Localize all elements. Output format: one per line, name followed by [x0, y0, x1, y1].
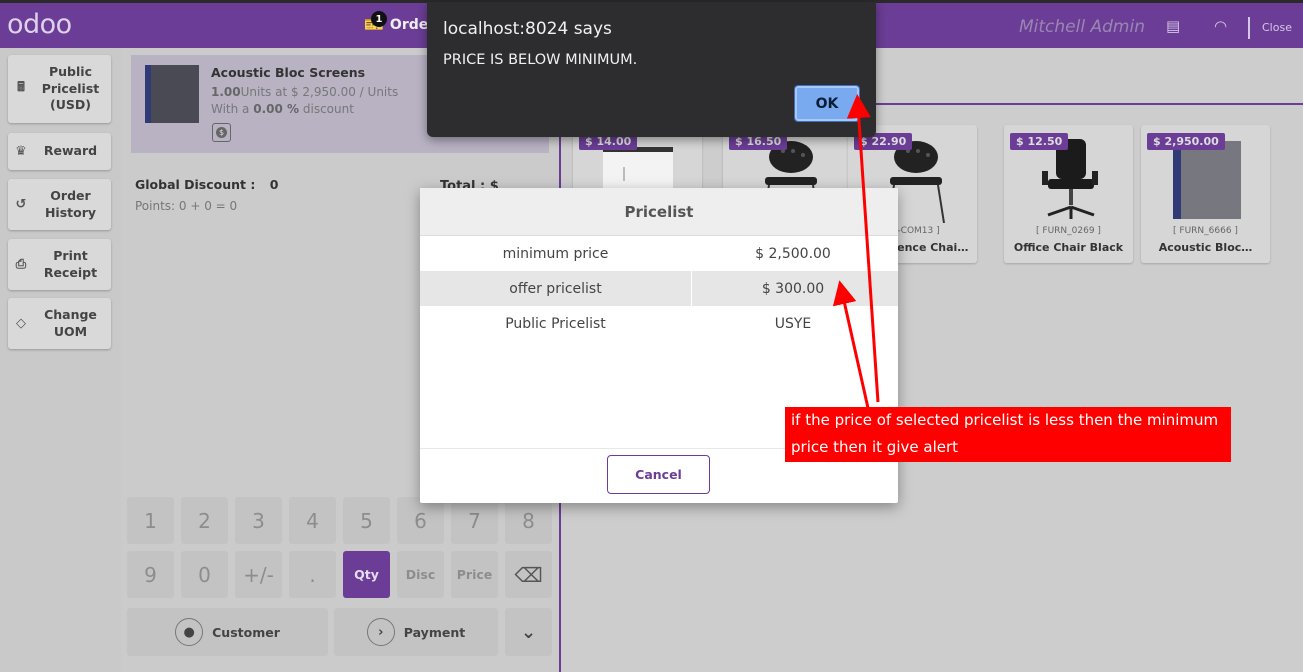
wifi-icon: ◠ — [1214, 17, 1228, 35]
cash-register-icon[interactable]: ▤ — [1166, 17, 1180, 35]
more-actions-button[interactable]: ⌄ — [505, 608, 552, 656]
user-icon: ● — [175, 618, 204, 646]
global-discount: Global Discount : 0 — [135, 177, 278, 192]
pricelist-name: minimum price — [420, 236, 692, 271]
alert-title: localhost:8024 says — [443, 19, 612, 39]
tag-icon: ◇ — [16, 316, 26, 331]
global-discount-label: Global Discount : — [135, 177, 256, 192]
cashier-name[interactable]: Mitchell Admin — [1019, 17, 1145, 37]
pricelist-row[interactable]: minimum price $ 2,500.00 — [420, 236, 898, 271]
product-reference: [ FURN_6666 ] — [1173, 226, 1238, 236]
pricelist-row[interactable]: offer pricelist $ 300.00 — [420, 271, 898, 306]
product-thumbnail — [145, 65, 199, 123]
numpad-mode-qty[interactable]: Qty — [343, 551, 390, 598]
alert-ok-button[interactable]: OK — [794, 85, 860, 122]
close-button[interactable]: Close — [1262, 21, 1292, 34]
discount-prefix: With a — [211, 102, 254, 116]
product-price: $ 2,950.00 — [1147, 133, 1225, 150]
discount-suffix: discount — [299, 102, 354, 116]
order-line-discount: With a 0.00 % discount — [211, 102, 354, 116]
product-card[interactable]: $ 12.50 [ FURN_0269 ] Office Chair Black — [1004, 125, 1133, 263]
numpad-mode-price[interactable]: Price — [451, 551, 498, 598]
numpad-key-7[interactable]: 7 — [451, 497, 498, 544]
order-line-product-name: Acoustic Bloc Screens — [211, 65, 366, 80]
numpad-key-6[interactable]: 6 — [397, 497, 444, 544]
print-icon: ⎙ — [15, 257, 27, 272]
alert-message: PRICE IS BELOW MINIMUM. — [443, 52, 638, 68]
global-discount-value: 0 — [269, 177, 279, 192]
pricelist-value: $ 300.00 — [761, 280, 825, 297]
numpad-key-8[interactable]: 8 — [505, 497, 552, 544]
odoo-logo: odoo — [7, 9, 72, 40]
print-receipt-button[interactable]: ⎙ Print Receipt — [8, 239, 111, 290]
numpad-key-dot[interactable]: . — [289, 551, 336, 598]
header-divider — [1248, 17, 1250, 39]
pricelist-name: offer pricelist — [420, 271, 692, 306]
reward-button-label: Reward — [43, 143, 98, 159]
chevron-right-icon: › — [366, 618, 395, 646]
pricelist-value: USYE — [774, 315, 812, 332]
payment-button[interactable]: › Payment — [334, 608, 498, 656]
calculator-icon: 🖩 — [17, 80, 25, 95]
history-icon: ↺ — [15, 197, 27, 212]
product-reference: [ FURN_0269 ] — [1036, 226, 1101, 236]
product-card[interactable]: $ 2,950.00 [ FURN_6666 ] Acoustic Bloc… — [1141, 125, 1270, 263]
discount-value: 0.00 % — [253, 102, 300, 116]
change-uom-button[interactable]: ◇ Change UOM — [8, 298, 111, 349]
numpad-key-2[interactable]: 2 — [181, 497, 228, 544]
reward-button[interactable]: ♛ Reward — [8, 133, 111, 170]
payment-button-label: Payment — [403, 624, 466, 640]
pricelist-name: Public Pricelist — [420, 306, 692, 341]
award-icon: ♛ — [15, 144, 27, 159]
order-history-button[interactable]: ↺ Order History — [8, 179, 111, 230]
backspace-icon[interactable]: ⌫ — [505, 551, 552, 598]
numpad-key-plus-minus[interactable]: +/- — [235, 551, 282, 598]
annotation-callout: if the price of selected pricelist is le… — [785, 407, 1231, 462]
pricelist-button[interactable]: 🖩 Public Pricelist (USD) — [8, 55, 111, 123]
order-line-qty-value: 1.00 — [211, 85, 241, 99]
customer-button-label: Customer — [212, 624, 280, 640]
numpad-key-1[interactable]: 1 — [127, 497, 174, 544]
loyalty-points: Points: 0 + 0 = 0 — [135, 199, 238, 213]
popup-title: Pricelist — [420, 188, 898, 236]
pricelist-value: $ 2,500.00 — [755, 245, 831, 262]
numpad-key-4[interactable]: 4 — [289, 497, 336, 544]
numpad-key-3[interactable]: 3 — [235, 497, 282, 544]
dollar-icon[interactable]: $ — [212, 123, 231, 142]
product-price: $ 12.50 — [1010, 133, 1069, 150]
pricelist-row[interactable]: Public Pricelist USYE — [420, 306, 898, 341]
cancel-button[interactable]: Cancel — [607, 455, 710, 494]
order-line-quantity: 1.00Units at $ 2,950.00 / Units — [211, 85, 398, 99]
print-receipt-label: Print Receipt — [43, 247, 98, 280]
order-history-label: Order History — [44, 187, 97, 220]
pricelist-button-label: Public Pricelist (USD) — [41, 63, 100, 113]
product-name: Acoustic Bloc… — [1158, 241, 1253, 254]
product-name: Office Chair Black — [1013, 241, 1124, 254]
customer-button[interactable]: ● Customer — [127, 608, 328, 656]
numpad-key-5[interactable]: 5 — [343, 497, 390, 544]
numpad-key-9[interactable]: 9 — [127, 551, 174, 598]
browser-alert-dialog: localhost:8024 says PRICE IS BELOW MINIM… — [427, 2, 876, 137]
orders-button[interactable]: 🎫 1 Order — [364, 11, 435, 34]
numpad-mode-disc[interactable]: Disc — [397, 551, 444, 598]
change-uom-label: Change UOM — [44, 306, 97, 339]
numpad-key-0[interactable]: 0 — [181, 551, 228, 598]
orders-count-badge: 1 — [371, 11, 387, 27]
order-line-qty-text: Units at $ 2,950.00 / Units — [240, 85, 399, 99]
